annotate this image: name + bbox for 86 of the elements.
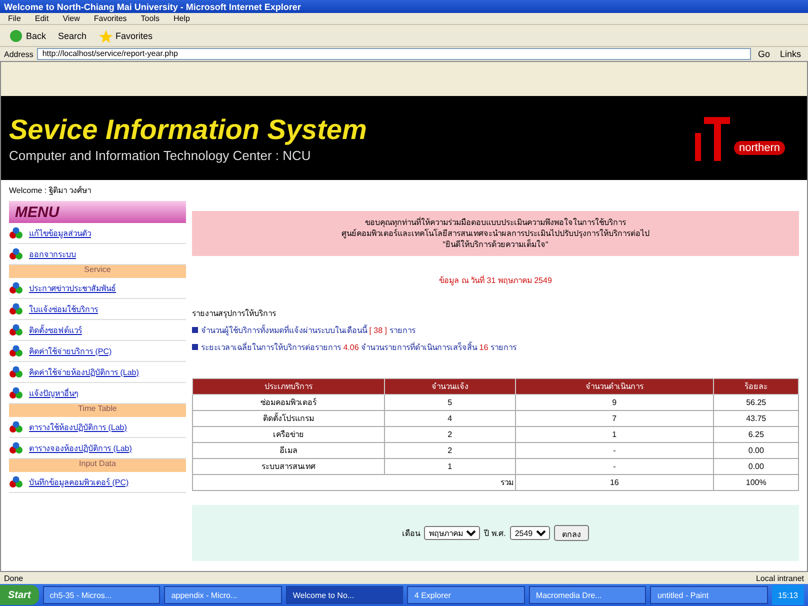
submit-button[interactable]: ตกลง (554, 525, 589, 541)
summary-heading: รายงานสรุปการให้บริการ (192, 308, 277, 320)
favorites-button[interactable]: Favorites (96, 28, 156, 44)
column-header: ร้อยละ (714, 378, 798, 394)
welcome-text: Welcome : ฐิติมา วงศ์ษา (8, 184, 92, 197)
window-title: Welcome to North-Chiang Mai University - Microsoft Internet Explorer (0, 0, 808, 13)
menu-item[interactable]: View (62, 14, 80, 23)
menu-section: Time Table (9, 404, 186, 417)
table-cell: 1 (384, 458, 516, 474)
menu-item[interactable]: Favorites (94, 14, 127, 23)
dots-icon (9, 387, 23, 399)
table-cell: - (515, 442, 714, 458)
table-cell: เครือข่าย (192, 426, 385, 442)
dots-icon (9, 227, 23, 239)
table-cell: 1 (515, 426, 714, 442)
site-title: Sevice Information System (9, 114, 367, 146)
table-cell: ระบบสารสนเทศ (192, 458, 385, 474)
table-cell: อีเมล (192, 442, 385, 458)
table-cell: - (515, 458, 714, 474)
search-button[interactable]: Search (55, 30, 90, 42)
summary-line: ระยะเวลาเฉลี่ยในการให้บริการต่อรายการ 4.06 จำนวนรายการที่ดำเนินการเสร็จสิ้น 16 รายการ (201, 343, 516, 352)
table-cell: 56.25 (714, 394, 798, 410)
taskbar-button[interactable]: Welcome to No... (286, 586, 404, 604)
menu-link[interactable]: ติดตั้งซอฟต์แวร์ (9, 320, 186, 341)
column-header: ประเภทบริการ (192, 378, 385, 394)
go-button[interactable]: Go (754, 48, 773, 60)
dots-icon (9, 324, 23, 336)
site-subtitle: Computer and Information Technology Center : NCU (9, 148, 312, 162)
dots-icon (9, 366, 23, 378)
dots-icon (9, 421, 23, 433)
month-select[interactable]: พฤษภาคม (424, 526, 480, 540)
bullet-icon (192, 344, 198, 350)
table-cell: 9 (515, 394, 714, 410)
clock: 15:13 (772, 585, 804, 605)
dots-icon (9, 303, 23, 315)
star-icon (98, 28, 113, 42)
dots-icon (9, 248, 23, 260)
bullet-icon (192, 327, 198, 333)
menu-link[interactable]: แก้ไขข้อมูลส่วนตัว (9, 223, 186, 244)
menu-item[interactable]: Edit (34, 14, 49, 23)
table-cell: 2 (384, 426, 516, 442)
address-field[interactable]: http://localhost/service/report-year.php (37, 48, 751, 60)
year-label: ปี พ.ศ. (484, 528, 506, 540)
menu-link[interactable]: บันทึกข้อมูลคอมพิวเตอร์ (PC) (9, 472, 186, 493)
start-button[interactable]: Start (0, 585, 39, 605)
menu-link[interactable]: คิดค่าใช้จ่ายห้องปฏิบัติการ (Lab) (9, 362, 186, 383)
menu-section: Input Data (9, 459, 186, 472)
year-select[interactable]: 2549 (510, 526, 550, 540)
menu-link[interactable]: คิดค่าใช้จ่ายบริการ (PC) (9, 341, 186, 362)
address-label: Address (4, 50, 34, 58)
month-label: เดือน (402, 528, 420, 540)
report-date: ข้อมูล ณ วันที่ 31 พฤษภาคม 2549 (438, 274, 553, 287)
table-cell: 43.75 (714, 410, 798, 426)
table-cell: 5 (384, 394, 516, 410)
dots-icon (9, 345, 23, 357)
table-cell: 7 (515, 410, 714, 426)
summary-line: จำนวนผู้ใช้บริการทั้งหมดที่แจ้งผ่านระบบในเดือนนี้ [ 38 ] รายการ (201, 326, 416, 335)
table-cell: รวม (192, 474, 516, 490)
table-cell: 2 (384, 442, 516, 458)
links-button[interactable]: Links (776, 48, 804, 60)
menu-section: Service (9, 265, 186, 278)
table-cell: 0.00 (714, 442, 798, 458)
dots-icon (9, 282, 23, 294)
menu-item[interactable]: Help (173, 14, 190, 23)
menu-link[interactable]: ใบแจ้งซ่อมใช้บริการ (9, 299, 186, 320)
menu-header: MENU (9, 201, 186, 223)
table-cell: ติดตั้งโปรแกรม (192, 410, 385, 426)
logo-text: northern (734, 141, 785, 155)
table-cell: 0.00 (714, 458, 798, 474)
menu-item[interactable]: File (8, 14, 21, 23)
dots-icon (9, 476, 23, 488)
column-header: จำนวนดำเนินการ (515, 378, 714, 394)
dots-icon (9, 442, 23, 454)
menu-item[interactable]: Tools (140, 14, 160, 23)
table-cell: 6.25 (714, 426, 798, 442)
table-cell: 100% (714, 474, 798, 490)
table-cell: ซ่อมคอมพิวเตอร์ (192, 394, 385, 410)
column-header: จำนวนแจ้ง (384, 378, 516, 394)
status-text: Done (4, 574, 24, 582)
table-cell: 16 (515, 474, 714, 490)
menu-link[interactable]: ประกาศข่าวประชาสัมพันธ์ (9, 278, 186, 299)
zone-text: Local intranet (756, 574, 804, 582)
menu-link[interactable]: ตารางใช้ห้องปฏิบัติการ (Lab) (9, 417, 186, 438)
back-button[interactable]: Back (6, 28, 50, 44)
table-cell: 4 (384, 410, 516, 426)
notice-banner: ขอบคุณทุกท่านที่ให้ความร่วมมือตอบแบบประเมินความพึงพอใจในการใช้บริการ ศูนย์คอมพิวเตอร์และเทคโนโลยีสารสนเทศจะนำผลการประเมินไปปรับปรุงการให้บริการต่อไป "ยินดีให้บริการด้วยความเต็มใจ" (192, 211, 799, 256)
